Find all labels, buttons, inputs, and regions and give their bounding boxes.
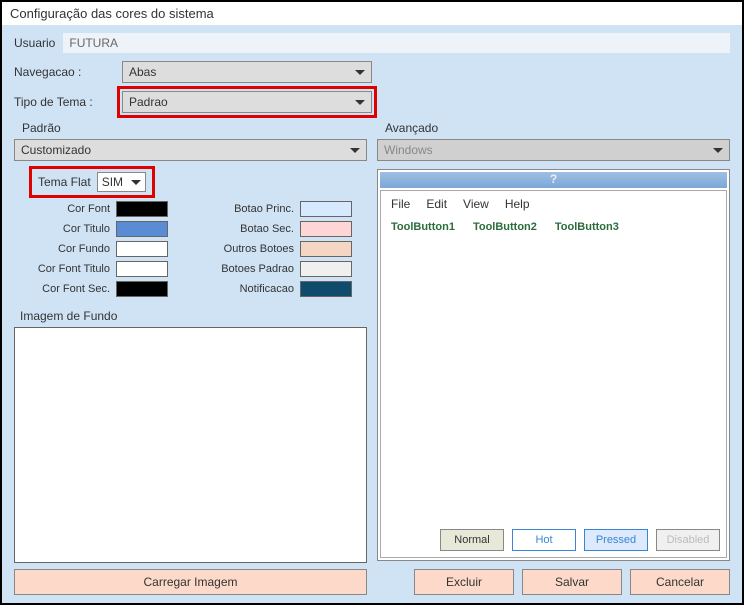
padrao-section-title: Padrão — [14, 121, 367, 135]
swatch-cor-font-sec[interactable] — [116, 281, 168, 297]
avancado-panel: Avançado Windows ? File Edit View He — [377, 121, 730, 595]
swatch-outros-botoes[interactable] — [300, 241, 352, 257]
preview-canvas — [383, 239, 724, 525]
chevron-down-icon — [355, 70, 365, 75]
avancado-section-title: Avançado — [377, 121, 730, 135]
state-hot-button[interactable]: Hot — [512, 529, 576, 551]
menu-help[interactable]: Help — [505, 197, 530, 211]
swatch-label: Cor Font Sec. — [24, 283, 110, 295]
cancel-button[interactable]: Cancelar — [630, 569, 730, 595]
preview-state-buttons: Normal Hot Pressed Disabled — [383, 525, 724, 555]
menu-edit[interactable]: Edit — [426, 197, 447, 211]
state-normal-button[interactable]: Normal — [440, 529, 504, 551]
tema-flat-select[interactable]: SIM — [97, 172, 146, 192]
swatch-label: Cor Fundo — [24, 243, 110, 255]
background-image-box — [14, 327, 367, 563]
state-disabled-button: Disabled — [656, 529, 720, 551]
swatch-row: Cor Fundo — [24, 241, 168, 257]
swatch-label: Botoes Padrao — [208, 263, 294, 275]
color-config-window: Configuração das cores do sistema Usuari… — [0, 0, 744, 605]
navigation-row: Navegacao : Abas — [14, 61, 730, 83]
toolbutton-2[interactable]: ToolButton2 — [473, 221, 537, 233]
swatch-label: Cor Titulo — [24, 223, 110, 235]
swatch-label: Outros Botoes — [208, 243, 294, 255]
navigation-value: Abas — [129, 65, 156, 79]
swatch-label: Cor Font Titulo — [24, 263, 110, 275]
swatch-cor-font[interactable] — [116, 201, 168, 217]
menu-file[interactable]: File — [391, 197, 410, 211]
swatch-cor-fundo[interactable] — [116, 241, 168, 257]
delete-button[interactable]: Excluir — [414, 569, 514, 595]
navigation-select[interactable]: Abas — [122, 61, 372, 83]
swatch-row: Botao Princ. — [208, 201, 352, 217]
theme-type-row: Tipo de Tema : Padrao — [14, 91, 730, 113]
swatch-label: Cor Font — [24, 203, 110, 215]
tema-flat-value: SIM — [102, 175, 123, 189]
avancado-select: Windows — [377, 139, 730, 161]
swatch-label: Botao Princ. — [208, 203, 294, 215]
tema-flat-row: Tema Flat SIM — [32, 169, 152, 195]
user-row: Usuario FUTURA — [14, 33, 730, 53]
swatch-label: Notificacao — [208, 283, 294, 295]
swatch-cor-font-titulo[interactable] — [116, 261, 168, 277]
navigation-label: Navegacao : — [14, 65, 114, 79]
swatch-label: Botao Sec. — [208, 223, 294, 235]
preview-inner: File Edit View Help ToolButton1 ToolButt… — [380, 190, 727, 558]
action-buttons-row: Excluir Salvar Cancelar — [377, 569, 730, 595]
swatch-cor-titulo[interactable] — [116, 221, 168, 237]
main-columns: Padrão Customizado Tema Flat SIM Cor Fon… — [14, 121, 730, 595]
swatch-row: Outros Botoes — [208, 241, 352, 257]
chevron-down-icon — [355, 100, 365, 105]
preview-toolbar: ToolButton1 ToolButton2 ToolButton3 — [383, 215, 724, 239]
theme-type-label: Tipo de Tema : — [14, 95, 114, 109]
theme-type-select[interactable]: Padrao — [122, 91, 372, 113]
color-col-left: Cor Font Cor Titulo Cor Fundo Cor Font T… — [24, 201, 168, 301]
help-icon: ? — [550, 172, 557, 186]
preview-menu-bar: File Edit View Help — [383, 193, 724, 215]
chevron-down-icon — [350, 148, 360, 153]
theme-preview-box: ? File Edit View Help ToolButton1 ToolBu… — [377, 169, 730, 561]
padrao-preset-value: Customizado — [21, 143, 91, 157]
window-title: Configuração das cores do sistema — [2, 2, 742, 25]
color-swatches-grid: Cor Font Cor Titulo Cor Fundo Cor Font T… — [14, 201, 367, 301]
user-value: FUTURA — [63, 33, 730, 53]
chevron-down-icon — [713, 148, 723, 153]
color-col-right: Botao Princ. Botao Sec. Outros Botoes Bo… — [208, 201, 352, 301]
swatch-botao-sec[interactable] — [300, 221, 352, 237]
padrao-panel: Padrão Customizado Tema Flat SIM Cor Fon… — [14, 121, 367, 595]
swatch-row: Cor Font Titulo — [24, 261, 168, 277]
toolbutton-3[interactable]: ToolButton3 — [555, 221, 619, 233]
load-image-button[interactable]: Carregar Imagem — [14, 569, 367, 595]
toolbutton-1[interactable]: ToolButton1 — [391, 221, 455, 233]
swatch-botao-princ[interactable] — [300, 201, 352, 217]
swatch-row: Cor Font Sec. — [24, 281, 168, 297]
theme-type-value: Padrao — [129, 95, 168, 109]
padrao-preset-select[interactable]: Customizado — [14, 139, 367, 161]
swatch-row: Botoes Padrao — [208, 261, 352, 277]
user-label: Usuario — [14, 36, 55, 50]
preview-titlebar: ? — [380, 172, 727, 188]
avancado-value: Windows — [384, 143, 433, 157]
background-image-label: Imagem de Fundo — [14, 309, 367, 323]
state-pressed-button[interactable]: Pressed — [584, 529, 648, 551]
swatch-row: Cor Titulo — [24, 221, 168, 237]
swatch-row: Cor Font — [24, 201, 168, 217]
tema-flat-label: Tema Flat — [38, 175, 91, 189]
window-content: Usuario FUTURA Navegacao : Abas Tipo de … — [2, 25, 742, 603]
chevron-down-icon — [131, 180, 141, 185]
menu-view[interactable]: View — [463, 197, 489, 211]
swatch-notificacao[interactable] — [300, 281, 352, 297]
swatch-botoes-padrao[interactable] — [300, 261, 352, 277]
swatch-row: Notificacao — [208, 281, 352, 297]
save-button[interactable]: Salvar — [522, 569, 622, 595]
swatch-row: Botao Sec. — [208, 221, 352, 237]
